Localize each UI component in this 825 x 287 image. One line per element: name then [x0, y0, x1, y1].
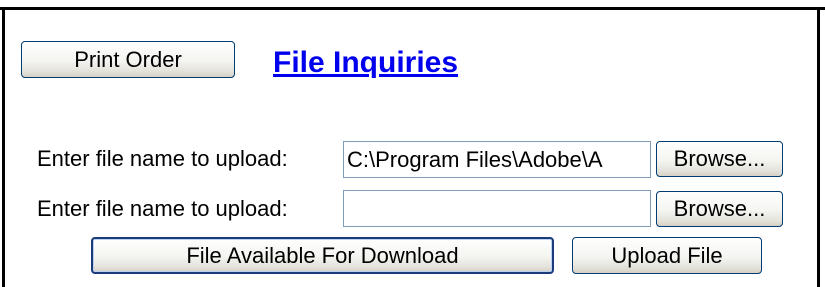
page-frame: Print Order File Inquiries Enter file na… [0, 0, 825, 287]
print-order-button[interactable]: Print Order [21, 41, 235, 78]
file-path-input-1[interactable] [343, 141, 651, 178]
upload-file-button[interactable]: Upload File [572, 237, 762, 274]
top-border [0, 7, 825, 10]
browse-button-1[interactable]: Browse... [656, 141, 783, 177]
left-border [2, 7, 5, 287]
browse-button-2[interactable]: Browse... [656, 191, 783, 227]
upload-label-1: Enter file name to upload: [37, 146, 288, 171]
right-border [817, 7, 820, 287]
file-path-input-2[interactable] [343, 190, 651, 227]
file-inquiries-link[interactable]: File Inquiries [273, 46, 458, 80]
file-available-for-download-button[interactable]: File Available For Download [91, 237, 554, 274]
upload-label-2: Enter file name to upload: [37, 196, 288, 221]
